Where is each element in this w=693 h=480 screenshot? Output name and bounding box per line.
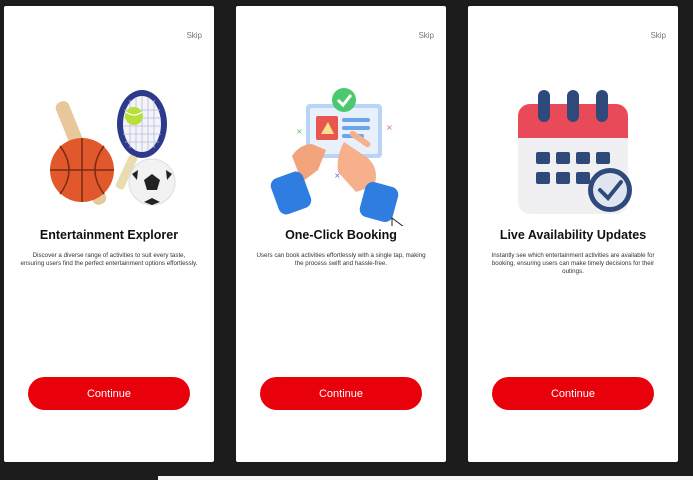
onboarding-screen-3: Skip Live Availability Updates Instantly… [468,6,678,462]
continue-button[interactable]: Continue [492,377,654,410]
continue-button[interactable]: Continue [260,377,422,410]
page-description: Instantly see which entertainment activi… [491,252,655,275]
tap-booking-icon: × × × [270,88,404,226]
svg-text:×: × [296,127,303,136]
continue-button[interactable]: Continue [28,377,190,410]
calendar-check-icon [518,90,632,214]
onboarding-screen-1: Skip Entertainment Explorer Discover a d… [4,6,214,462]
skip-button[interactable]: Skip [186,31,202,40]
skip-button[interactable]: Skip [650,31,666,40]
bottom-scrollbar[interactable] [158,476,693,480]
onboarding-screen-2: Skip × × × One-Click Booking Users can b… [236,6,446,462]
skip-button[interactable]: Skip [418,31,434,40]
page-title: Live Availability Updates [499,228,647,242]
page-title: Entertainment Explorer [39,228,179,242]
page-title: One-Click Booking [285,228,397,242]
sports-equipment-icon [50,90,176,206]
svg-text:×: × [386,123,393,132]
page-description: Discover a diverse range of activities t… [20,252,198,267]
page-description: Users can book activities effortlessly w… [256,252,426,267]
